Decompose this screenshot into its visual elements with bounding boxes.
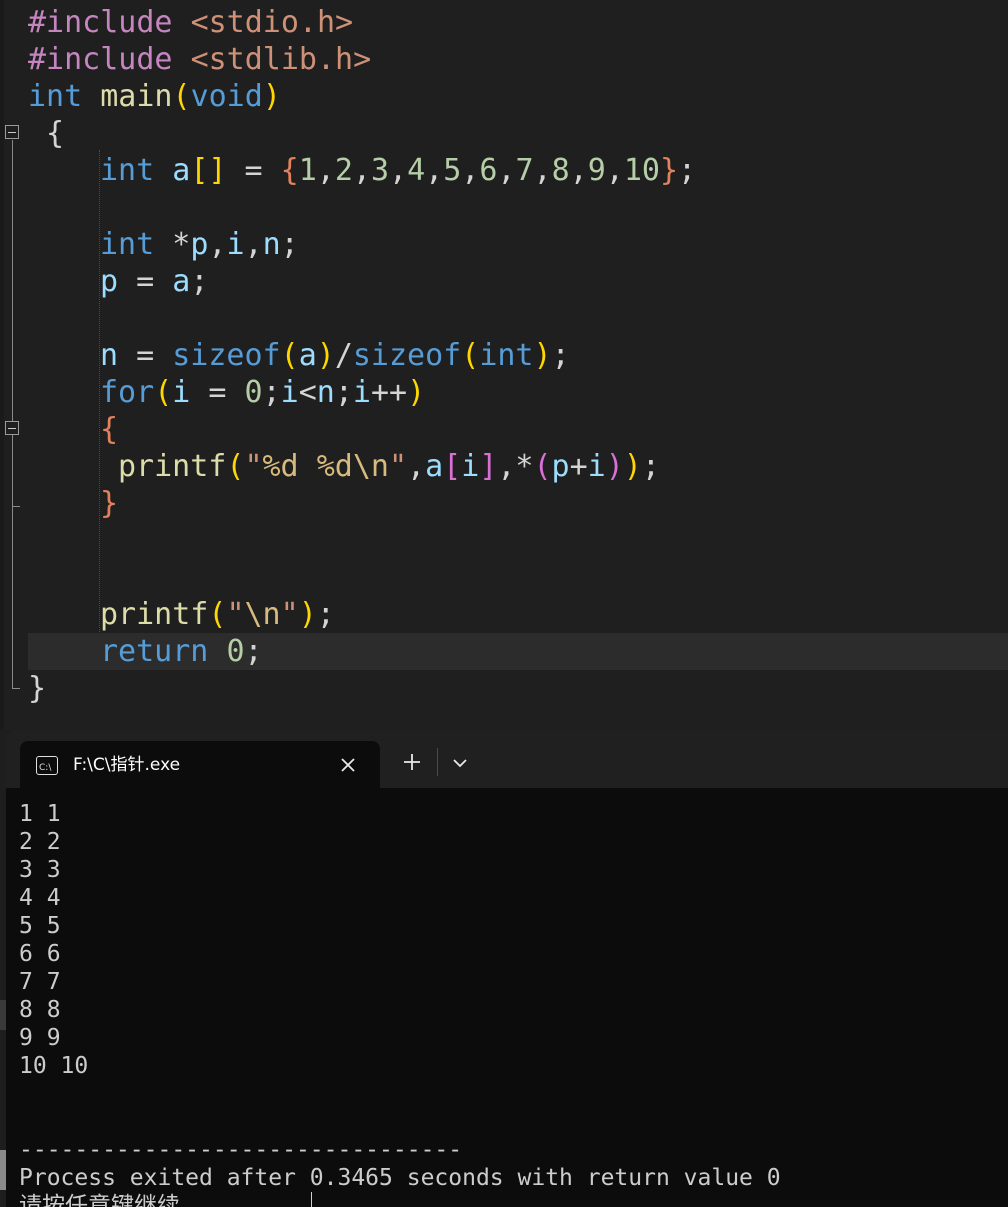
- output-line: 3 3: [19, 857, 61, 883]
- code-line-3[interactable]: int main(void): [0, 78, 1008, 115]
- press-any-key-line: 请按任意键继续. . .: [19, 1193, 250, 1207]
- code-text: {: [46, 116, 65, 151]
- code-line-14[interactable]: }: [0, 485, 1008, 522]
- output-line: 7 7: [19, 969, 61, 995]
- code-line-17[interactable]: printf("\n");: [0, 596, 1008, 633]
- output-line: 10 10: [19, 1053, 89, 1079]
- output-line: 4 4: [19, 885, 61, 911]
- code-line-2[interactable]: #include <stdlib.h>: [0, 41, 1008, 78]
- output-line: 5 5: [19, 913, 61, 939]
- text-cursor: [311, 1192, 312, 1207]
- code-line-9[interactable]: [0, 300, 1008, 337]
- code-line-10[interactable]: n = sizeof(a)/sizeof(int);: [0, 337, 1008, 374]
- process-exit-line: Process exited after 0.3465 seconds with…: [19, 1165, 781, 1191]
- code-line-16[interactable]: [0, 559, 1008, 596]
- output-line: 6 6: [19, 941, 61, 967]
- code-line-8[interactable]: p = a;: [0, 263, 1008, 300]
- code-editor[interactable]: #include <stdio.h> #include <stdlib.h> i…: [0, 0, 1008, 730]
- code-line-6[interactable]: [0, 189, 1008, 226]
- output-line: 9 9: [19, 1025, 61, 1051]
- code-line-11[interactable]: for(i = 0;i<n;i++): [0, 374, 1008, 411]
- plus-icon[interactable]: [400, 750, 424, 774]
- terminal-tab-bar: C:\ F:\C\指针.exe: [6, 730, 1008, 788]
- chevron-down-icon[interactable]: [448, 751, 472, 775]
- code-text: for(i = 0;i<n;i++): [100, 375, 426, 410]
- code-line-1[interactable]: #include <stdio.h>: [0, 4, 1008, 41]
- code-text: printf("%d %d\n",a[i],*(p+i));: [118, 449, 660, 484]
- code-line-15[interactable]: [0, 522, 1008, 559]
- close-icon[interactable]: [336, 753, 360, 777]
- code-text: int *p,i,n;: [100, 227, 299, 262]
- tab-separator: [437, 748, 438, 776]
- code-text: p = a;: [100, 264, 209, 299]
- code-text: {: [100, 412, 119, 447]
- terminal-tab[interactable]: C:\ F:\C\指针.exe: [20, 741, 380, 788]
- output-separator-line: --------------------------------: [19, 1137, 463, 1163]
- code-text: #include <stdio.h>: [28, 5, 354, 40]
- code-line-4[interactable]: {: [0, 115, 1008, 152]
- terminal-output[interactable]: 1 1 2 2 3 3 4 4 5 5 6 6 7 7 8 8 9 9 10 1…: [19, 800, 1004, 1207]
- code-text: n = sizeof(a)/sizeof(int);: [100, 338, 570, 373]
- terminal-window[interactable]: C:\ F:\C\指针.exe 1 1 2 2 3 3 4 4 5 5 6 6 …: [6, 730, 1008, 1207]
- code-text: int a[] = {1,2,3,4,5,6,7,8,9,10};: [100, 153, 697, 188]
- code-text: int main(void): [28, 79, 281, 114]
- output-line: 8 8: [19, 997, 61, 1023]
- code-text: #include <stdlib.h>: [28, 42, 372, 77]
- output-line: 1 1: [19, 801, 61, 827]
- code-line-13[interactable]: printf("%d %d\n",a[i],*(p+i));: [0, 448, 1008, 485]
- svg-text:C:\: C:\: [39, 763, 52, 772]
- code-line-18-current[interactable]: return 0;: [28, 633, 1008, 670]
- output-line: 2 2: [19, 829, 61, 855]
- console-app-icon: C:\: [36, 756, 58, 775]
- tab-title: F:\C\指针.exe: [73, 755, 181, 775]
- code-line-5[interactable]: int a[] = {1,2,3,4,5,6,7,8,9,10};: [0, 152, 1008, 189]
- code-line-7[interactable]: int *p,i,n;: [0, 226, 1008, 263]
- code-text: printf("\n");: [100, 597, 335, 632]
- code-text: return 0;: [100, 634, 263, 669]
- code-line-12[interactable]: {: [0, 411, 1008, 448]
- code-line-19[interactable]: }: [0, 670, 1008, 707]
- code-text: }: [28, 671, 47, 706]
- code-text: }: [100, 486, 119, 521]
